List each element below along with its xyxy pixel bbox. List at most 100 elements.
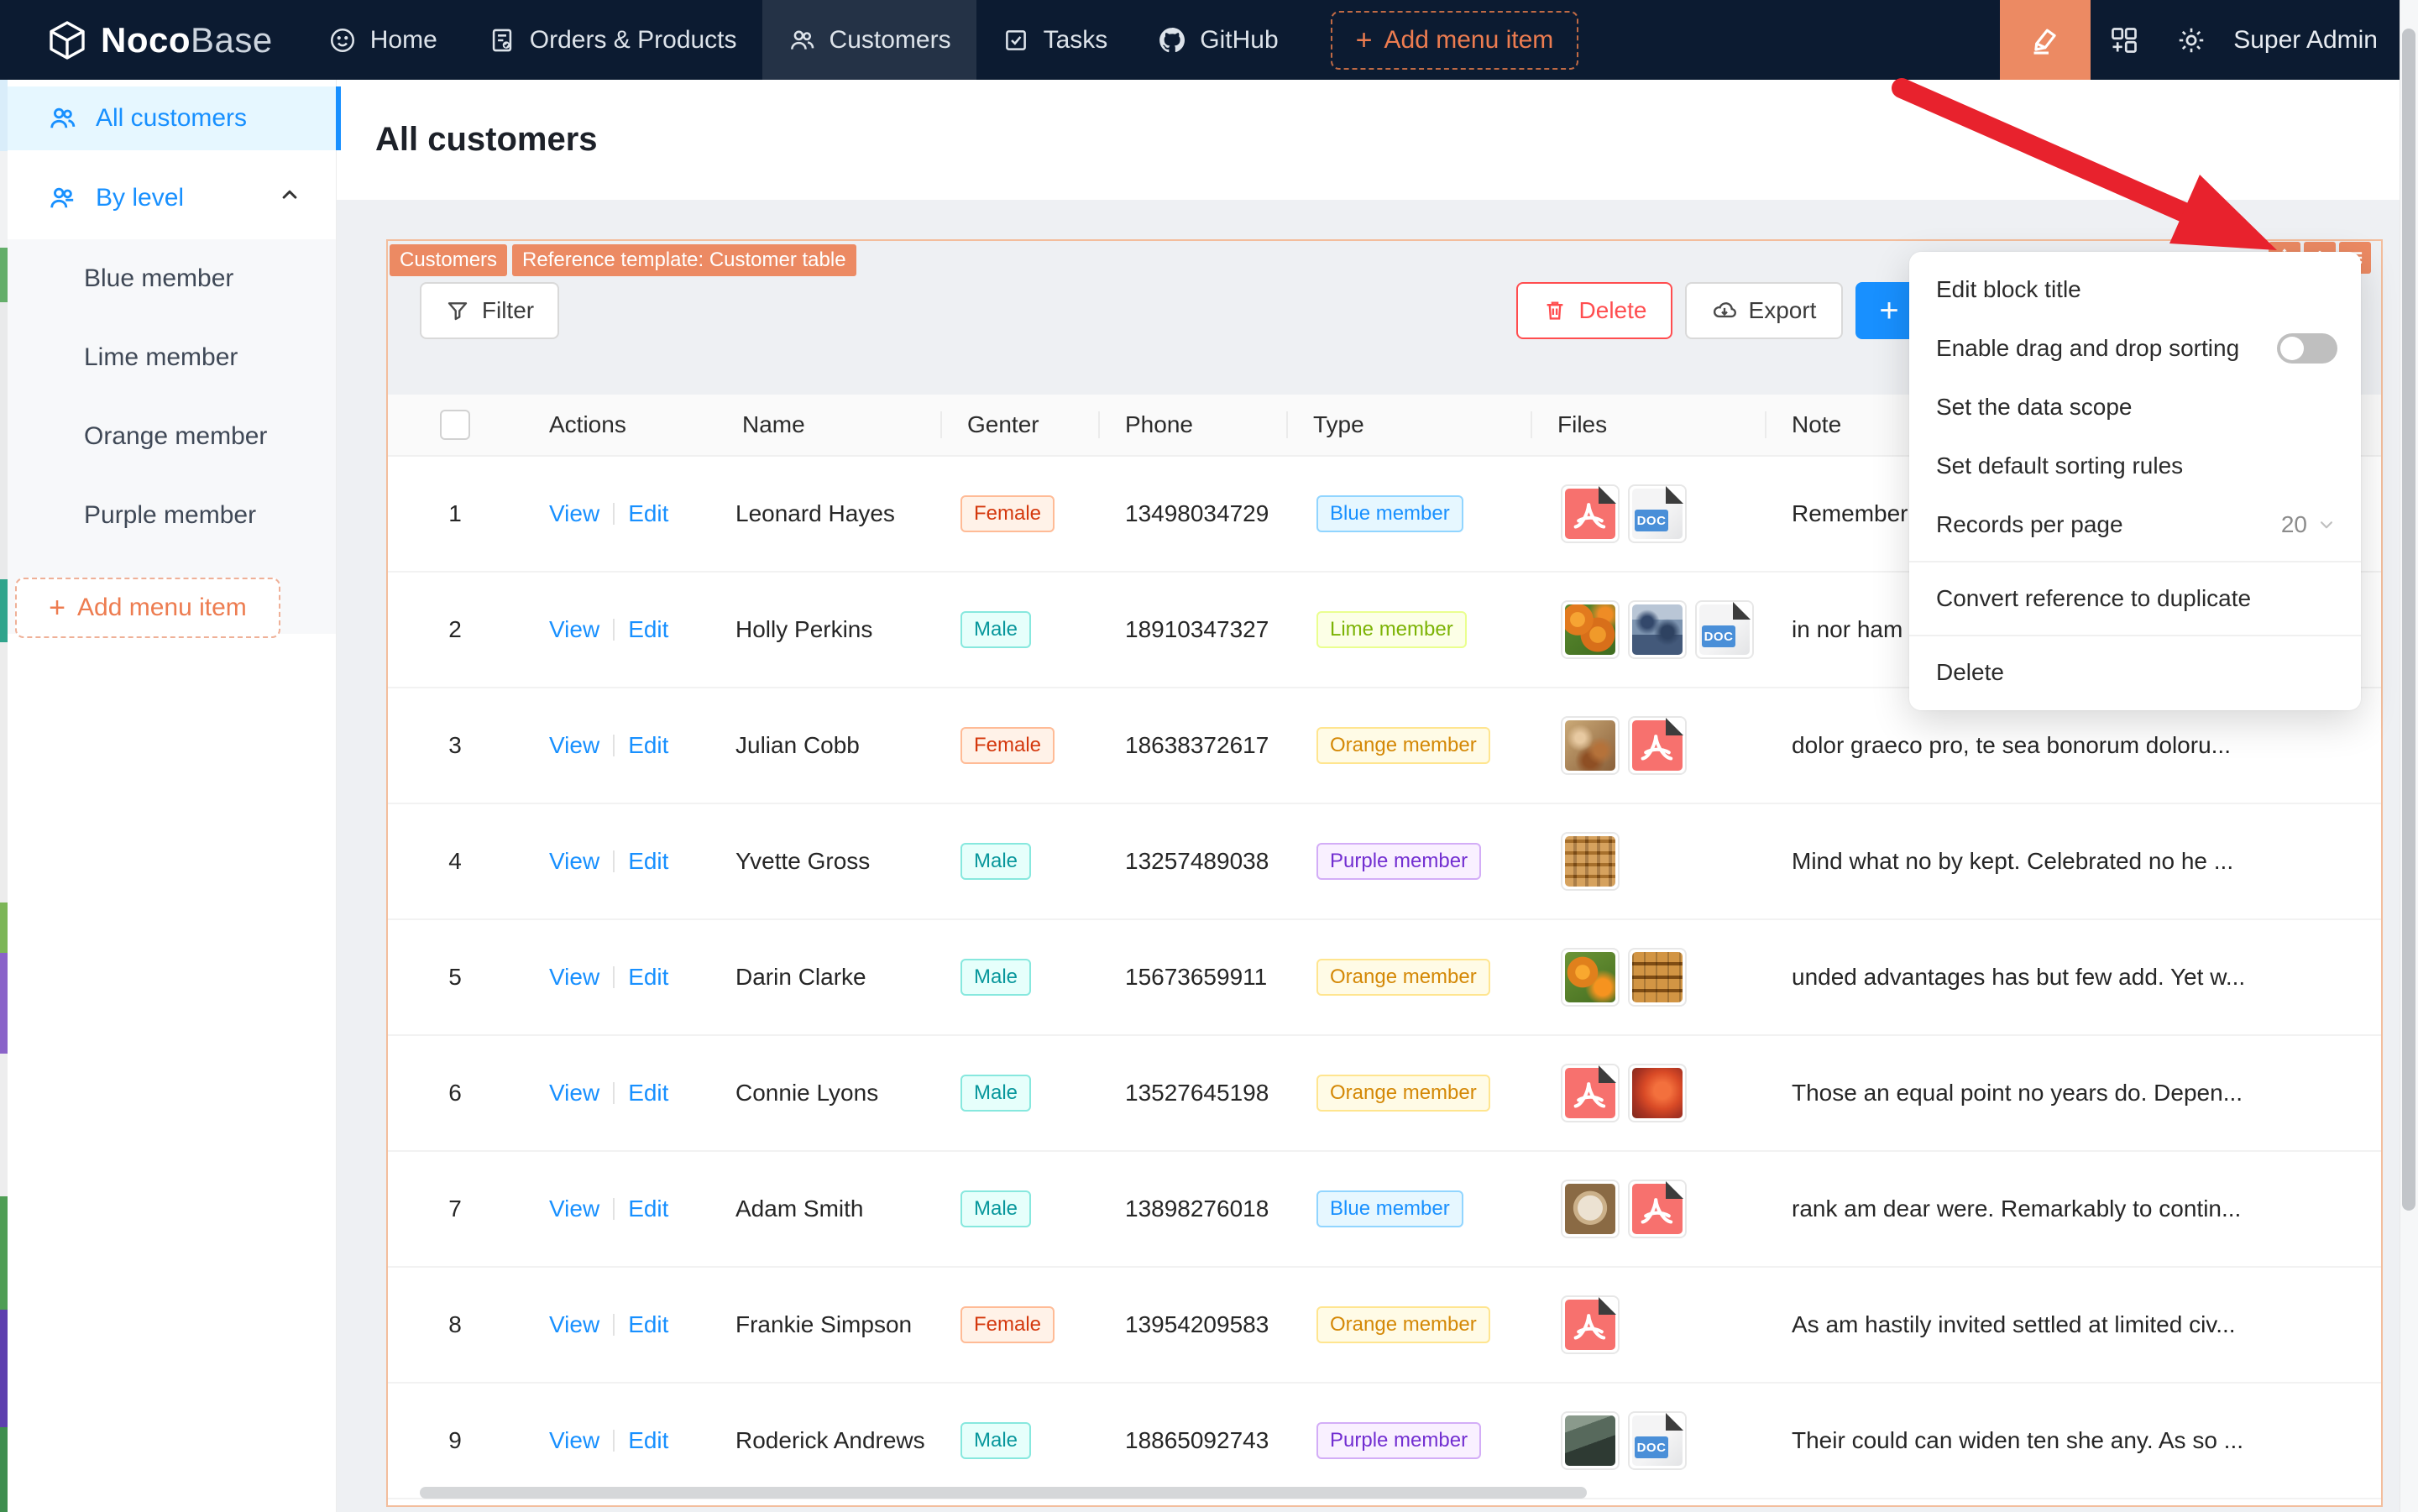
view-link[interactable]: View — [549, 848, 599, 874]
usergroup-icon — [50, 187, 74, 208]
edit-link[interactable]: Edit — [628, 1195, 668, 1222]
edit-link[interactable]: Edit — [628, 616, 668, 642]
menu-item-label: Enable drag and drop sorting — [1936, 335, 2240, 361]
sidebar-add-menu-item-button[interactable]: + Add menu item — [15, 578, 280, 638]
grid-plus-icon — [2112, 27, 2138, 53]
nav-item-customers[interactable]: Customers — [762, 0, 976, 80]
row-actions: View Edit — [522, 964, 715, 991]
sidebar-item-purple-member[interactable]: Purple member — [0, 476, 336, 555]
action-divider — [613, 619, 615, 641]
file-pdf-icon[interactable] — [1628, 716, 1687, 775]
menu-item-label: Set the data scope — [1936, 394, 2133, 420]
action-divider — [613, 503, 615, 525]
menu-item-delete-block[interactable]: Delete — [1909, 643, 2361, 702]
settings-button[interactable] — [2158, 0, 2225, 80]
nav-item-tasks[interactable]: Tasks — [976, 0, 1133, 80]
file-pdf-icon[interactable] — [1561, 1295, 1620, 1354]
drag-sorting-toggle[interactable] — [2277, 333, 2337, 364]
edit-link[interactable]: Edit — [628, 732, 668, 758]
nocobase-logo[interactable]: NocoBase — [45, 18, 273, 62]
gender-cell: Male — [940, 1075, 1098, 1112]
edit-link[interactable]: Edit — [628, 964, 668, 990]
view-link[interactable]: View — [549, 1195, 599, 1222]
file-doc-icon[interactable]: DOC — [1628, 484, 1687, 543]
delete-button[interactable]: Delete — [1516, 282, 1672, 339]
file-image-thumbnail[interactable] — [1561, 716, 1620, 775]
files-cell — [1531, 832, 1765, 891]
chevron-up-icon — [277, 182, 302, 214]
view-link[interactable]: View — [549, 616, 599, 642]
view-link[interactable]: View — [549, 1080, 599, 1106]
member-type-tag: Purple member — [1316, 1422, 1482, 1459]
note-cell: Those an equal point no years do. Depen.… — [1792, 1080, 2243, 1106]
file-image-thumbnail[interactable] — [1561, 948, 1620, 1007]
file-image-thumbnail[interactable] — [1628, 600, 1687, 659]
nav-item-orders-products[interactable]: Orders & Products — [463, 0, 762, 80]
file-pdf-icon[interactable] — [1561, 1064, 1620, 1122]
file-pdf-icon[interactable] — [1628, 1180, 1687, 1238]
member-type-tag: Lime member — [1316, 611, 1467, 648]
sidebar-item-all-customers[interactable]: All customers — [0, 86, 341, 150]
column-header-name: Name — [742, 411, 805, 437]
menu-item-enable-drag-sorting[interactable]: Enable drag and drop sorting — [1909, 319, 2361, 378]
nav-item-home[interactable]: Home — [303, 0, 463, 80]
horizontal-scrollbar-thumb[interactable] — [420, 1487, 1587, 1499]
file-image-thumbnail[interactable] — [1561, 832, 1620, 891]
view-link[interactable]: View — [549, 964, 599, 990]
view-link[interactable]: View — [549, 1427, 599, 1453]
phone-cell: 18638372617 — [1125, 732, 1269, 758]
sidebar-item-blue-member[interactable]: Blue member — [0, 239, 336, 318]
action-divider — [613, 735, 615, 756]
document-icon — [492, 29, 511, 51]
sidebar-item-by-level[interactable]: By level — [0, 164, 336, 233]
nav-item-github[interactable]: GitHub — [1133, 0, 1303, 80]
records-per-page-select[interactable]: 20 — [2281, 511, 2337, 538]
current-user-menu[interactable]: Super Admin — [2233, 26, 2378, 55]
view-link[interactable]: View — [549, 732, 599, 758]
menu-item-set-default-sorting-rules[interactable]: Set default sorting rules — [1909, 437, 2361, 495]
vertical-scrollbar-thumb[interactable] — [2402, 29, 2415, 1211]
sidebar-item-orange-member[interactable]: Orange member — [0, 397, 336, 476]
menu-item-set-data-scope[interactable]: Set the data scope — [1909, 378, 2361, 437]
check-square-icon — [1005, 29, 1026, 50]
file-pdf-icon[interactable] — [1561, 484, 1620, 543]
logo-text-noco: Noco — [101, 19, 191, 60]
sidebar-add-label: Add menu item — [77, 594, 247, 621]
view-link[interactable]: View — [549, 500, 599, 526]
chevron-down-icon — [2320, 521, 2333, 529]
edit-link[interactable]: Edit — [628, 500, 668, 526]
edit-link[interactable]: Edit — [628, 1427, 668, 1453]
row-actions: View Edit — [522, 848, 715, 875]
menu-item-records-per-page[interactable]: Records per page 20 — [1909, 495, 2361, 554]
edit-link[interactable]: Edit — [628, 1311, 668, 1337]
file-image-thumbnail[interactable] — [1561, 600, 1620, 659]
filter-button[interactable]: Filter — [420, 282, 559, 339]
files-cell: DOC — [1531, 484, 1765, 543]
view-link[interactable]: View — [549, 1311, 599, 1337]
file-image-thumbnail[interactable] — [1628, 1064, 1687, 1122]
records-per-page-value: 20 — [2280, 511, 2307, 537]
column-header-genter: Genter — [940, 395, 1098, 455]
file-doc-icon[interactable]: DOC — [1628, 1411, 1687, 1470]
vertical-scrollbar-track[interactable] — [2400, 0, 2418, 1512]
sidebar-item-lime-member[interactable]: Lime member — [0, 318, 336, 397]
nav-add-menu-item-button[interactable]: + Add menu item — [1330, 10, 1579, 70]
edit-link[interactable]: Edit — [628, 848, 668, 874]
gender-tag: Male — [960, 1190, 1032, 1227]
theme-editor-button[interactable] — [2000, 0, 2091, 80]
type-cell: Purple member — [1286, 1422, 1531, 1459]
file-image-thumbnail[interactable] — [1561, 1411, 1620, 1470]
file-doc-icon[interactable]: DOC — [1695, 600, 1754, 659]
menu-item-edit-block-title[interactable]: Edit block title — [1909, 260, 2361, 319]
edit-link[interactable]: Edit — [628, 1080, 668, 1106]
select-all-checkbox[interactable] — [440, 410, 470, 440]
export-button[interactable]: Export — [1685, 282, 1843, 339]
row-index: 5 — [448, 964, 462, 990]
plugin-manager-button[interactable] — [2091, 0, 2158, 80]
nav-item-label: Tasks — [1043, 25, 1108, 54]
menu-item-convert-reference-to-duplicate[interactable]: Convert reference to duplicate — [1909, 569, 2361, 628]
action-divider — [613, 1314, 615, 1336]
file-image-thumbnail[interactable] — [1628, 948, 1687, 1007]
file-image-thumbnail[interactable] — [1561, 1180, 1620, 1238]
note-cell: unded advantages has but few add. Yet w.… — [1792, 964, 2246, 990]
